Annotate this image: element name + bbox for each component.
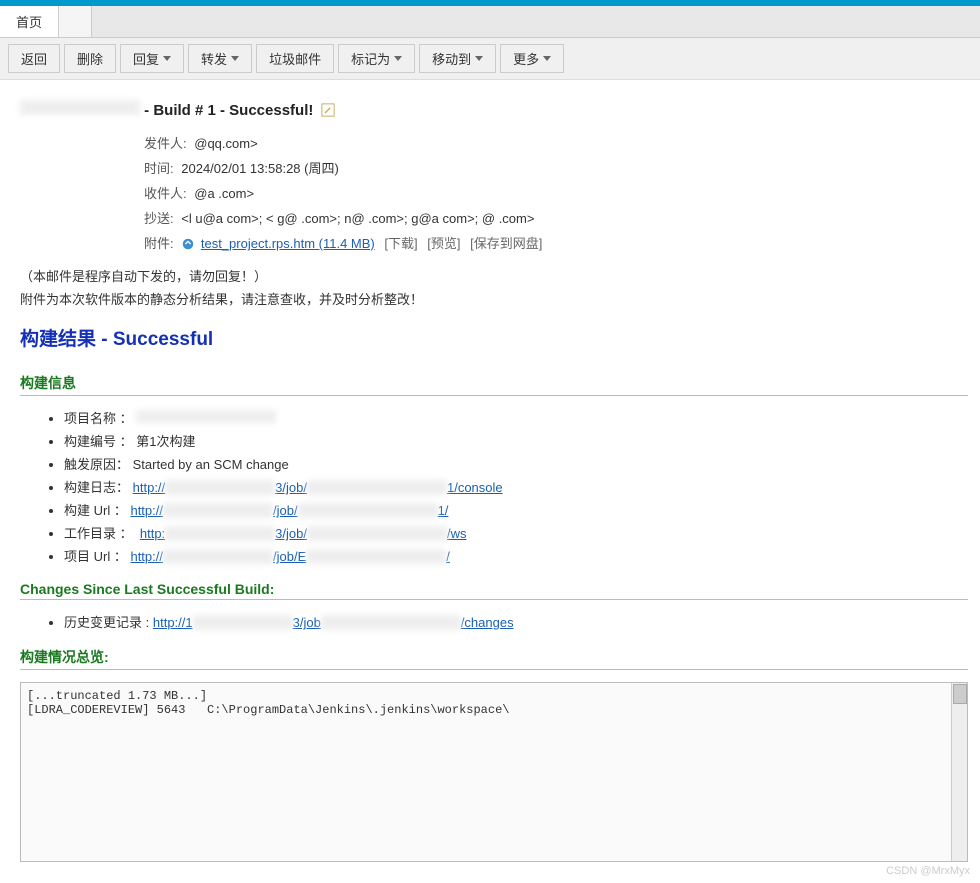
auto-note-2: 附件为本次软件版本的静态分析结果，请注意查收，并及时分析整改！ [20, 289, 968, 308]
list-item: 构建编号 ： 第1次构建 [64, 431, 968, 450]
spam-button[interactable]: 垃圾邮件 [256, 44, 334, 73]
more-button[interactable]: 更多 [500, 44, 564, 73]
time-value: 2024/02/01 13:58:28 (周四) [181, 161, 339, 176]
log-line: [LDRA_CODEREVIEW] 5643 C:\ProgramData\Je… [27, 703, 961, 717]
list-item: 工作目录 ： http:x3/job/x/ws [64, 523, 968, 542]
project-name-label: 项目名称 ： [64, 411, 133, 426]
divider [20, 599, 968, 600]
toolbar: 返回 删除 回复 转发 垃圾邮件 标记为 移动到 更多 [0, 38, 980, 80]
time-label: 时间: [144, 161, 174, 176]
build-result-title: 构建结果 - Successful [20, 324, 968, 351]
attach-label: 附件: [144, 236, 174, 251]
back-button[interactable]: 返回 [8, 44, 60, 73]
tab-home[interactable]: 首页 [0, 6, 59, 37]
divider [20, 669, 968, 670]
delete-button[interactable]: 删除 [64, 44, 116, 73]
edit-icon[interactable] [321, 103, 335, 117]
list-item: 项目名称 ： [64, 408, 968, 427]
changes-list: 历史变更记录 : http://1x3/jobx/changes [64, 612, 968, 631]
build-num-value: 第1次构建 [136, 434, 195, 449]
move-button[interactable]: 移动到 [419, 44, 496, 73]
changes-link[interactable]: http://1x3/jobx/changes [153, 615, 514, 630]
from-label: 发件人: [144, 136, 187, 151]
log-label: 构建日志： [64, 480, 129, 495]
attach-preview[interactable]: [预览] [427, 236, 460, 251]
build-url-label: 构建 Url ： [64, 503, 127, 518]
list-item: 构建日志： http://x3/job/x1/console [64, 477, 968, 496]
reply-label: 回复 [133, 49, 159, 68]
build-log-box[interactable]: [...truncated 1.73 MB...] [LDRA_CODEREVI… [20, 682, 968, 862]
cc-row: 抄送: <l u@a com>; < g@ .com>; n@ .com>; g… [144, 208, 968, 227]
build-num-label: 构建编号 ： [64, 434, 133, 449]
mark-button[interactable]: 标记为 [338, 44, 415, 73]
list-item: 历史变更记录 : http://1x3/jobx/changes [64, 612, 968, 631]
to-label: 收件人: [144, 186, 187, 201]
watermark: CSDN @MrxMyx [886, 865, 970, 877]
email-body: （本邮件是程序自动下发的，请勿回复！） 附件为本次软件版本的静态分析结果，请注意… [20, 266, 968, 862]
list-item: 项目 Url ： http://x/job/Ex/ [64, 546, 968, 565]
chevron-down-icon [163, 56, 171, 61]
attach-row: 附件: test_project.rps.htm (11.4 MB) [下载] … [144, 233, 968, 252]
forward-button[interactable]: 转发 [188, 44, 252, 73]
section-overview: 构建情况总览: [20, 647, 968, 667]
project-url-label: 项目 Url ： [64, 549, 127, 564]
cause-value: Started by an SCM change [133, 457, 289, 472]
chevron-down-icon [394, 56, 402, 61]
to-value: @a .com> [194, 186, 254, 201]
chevron-down-icon [231, 56, 239, 61]
scroll-thumb[interactable] [953, 684, 967, 704]
workspace-link[interactable]: http:x3/job/x/ws [140, 526, 467, 541]
subject-text: - Build # 1 - Successful! [140, 102, 313, 119]
project-url-link[interactable]: http://x/job/Ex/ [130, 549, 449, 564]
cc-value: <l u@a com>; < g@ .com>; n@ .com>; g@a c… [181, 211, 534, 226]
reply-button[interactable]: 回复 [120, 44, 184, 73]
move-label: 移动到 [432, 49, 471, 68]
list-item: 触发原因： Started by an SCM change [64, 454, 968, 473]
divider [20, 395, 968, 396]
log-line: [...truncated 1.73 MB...] [27, 689, 961, 703]
attach-save[interactable]: [保存到网盘] [470, 236, 542, 251]
mark-label: 标记为 [351, 49, 390, 68]
section-build-info: 构建信息 [20, 373, 968, 393]
meta-block: 发件人: @qq.com> 时间: 2024/02/01 13:58:28 (周… [144, 133, 968, 252]
chevron-down-icon [543, 56, 551, 61]
cc-label: 抄送: [144, 211, 174, 226]
build-log-link[interactable]: http://x3/job/x1/console [133, 480, 503, 495]
from-value: @qq.com> [194, 136, 257, 151]
email-content: - Build # 1 - Successful! 发件人: @qq.com> … [0, 80, 980, 882]
subject-redacted [20, 100, 140, 115]
project-name-value [136, 410, 276, 423]
cause-label: 触发原因： [64, 457, 129, 472]
changes-label: 历史变更记录 : [64, 615, 149, 630]
forward-label: 转发 [201, 49, 227, 68]
tab-row: 首页 [0, 6, 980, 38]
tab-second[interactable] [59, 6, 92, 37]
to-row: 收件人: @a .com> [144, 183, 968, 202]
scrollbar[interactable] [951, 683, 967, 861]
attachment-name[interactable]: test_project.rps.htm (11.4 MB) [201, 236, 375, 251]
chevron-down-icon [475, 56, 483, 61]
from-row: 发件人: @qq.com> [144, 133, 968, 152]
subject-row: - Build # 1 - Successful! [20, 100, 968, 119]
auto-note-1: （本邮件是程序自动下发的，请勿回复！） [20, 266, 968, 285]
workspace-label: 工作目录 ： [64, 526, 133, 541]
list-item: 构建 Url ： http://x/job/x1/ [64, 500, 968, 519]
attach-download[interactable]: [下载] [384, 236, 417, 251]
build-info-list: 项目名称 ： 构建编号 ： 第1次构建 触发原因： Started by an … [64, 408, 968, 565]
more-label: 更多 [513, 49, 539, 68]
attachment-icon [181, 237, 195, 251]
build-url-link[interactable]: http://x/job/x1/ [130, 503, 448, 518]
time-row: 时间: 2024/02/01 13:58:28 (周四) [144, 158, 968, 177]
section-changes: Changes Since Last Successful Build: [20, 581, 968, 597]
